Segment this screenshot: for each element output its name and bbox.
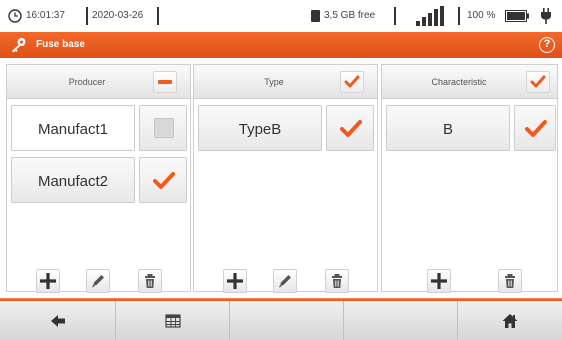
type-column-header: Type xyxy=(194,65,377,99)
page-title: Fuse base xyxy=(36,39,85,50)
delete-icon xyxy=(505,274,515,288)
help-button[interactable]: ? xyxy=(539,37,555,53)
edit-button[interactable] xyxy=(86,269,110,293)
checkmark-icon xyxy=(153,172,175,189)
back-arrow-icon xyxy=(50,315,65,327)
producer-item-manufact2[interactable]: Manufact2 xyxy=(11,157,135,203)
add-button[interactable] xyxy=(427,269,451,293)
characteristic-item-b[interactable]: B xyxy=(386,105,510,151)
type-column: Type TypeB xyxy=(193,64,378,293)
checkmark-icon xyxy=(344,75,360,88)
delete-button[interactable] xyxy=(138,269,162,293)
add-button[interactable] xyxy=(36,269,60,293)
producer-column: Producer Manufact1 Manufact2 xyxy=(6,64,191,293)
characteristic-select-all-checkbox[interactable] xyxy=(526,71,550,93)
producer-select-all-checkbox[interactable] xyxy=(153,71,177,93)
delete-icon xyxy=(332,274,342,288)
battery-icon xyxy=(505,10,529,22)
producer-checkbox-manufact1[interactable] xyxy=(139,105,187,151)
producer-checkbox-manufact2[interactable] xyxy=(139,157,187,203)
edit-button[interactable] xyxy=(273,269,297,293)
add-icon xyxy=(40,273,56,289)
add-icon xyxy=(431,273,447,289)
status-separator xyxy=(86,7,88,25)
status-time: 16:01:37 xyxy=(26,10,65,21)
back-button[interactable] xyxy=(0,301,116,340)
delete-button[interactable] xyxy=(325,269,349,293)
edit-icon xyxy=(92,275,104,288)
key-icon xyxy=(12,38,26,53)
title-bar: Fuse base ? xyxy=(0,32,562,58)
characteristic-checkbox-b[interactable] xyxy=(514,105,556,151)
status-bar: 16:01:37 2020-03-26 3,5 GB free 100 % xyxy=(0,0,562,32)
clock-icon xyxy=(8,9,22,23)
empty-footer-button[interactable] xyxy=(230,301,344,340)
producer-column-header: Producer xyxy=(7,65,190,99)
producer-item-manufact1[interactable]: Manufact1 xyxy=(11,105,135,151)
delete-icon xyxy=(145,274,155,288)
status-free-space: 3,5 GB free xyxy=(324,10,376,21)
home-button[interactable] xyxy=(458,301,562,340)
partial-selection-icon xyxy=(158,80,172,84)
type-checkbox-typeb[interactable] xyxy=(326,105,374,151)
empty-footer-button[interactable] xyxy=(344,301,458,340)
list-item-label: Manufact1 xyxy=(37,121,109,138)
checkmark-icon xyxy=(525,120,547,137)
characteristic-header-label: Characteristic xyxy=(431,77,487,87)
sd-card-icon xyxy=(311,10,320,22)
add-button[interactable] xyxy=(223,269,247,293)
type-item-typeb[interactable]: TypeB xyxy=(198,105,322,151)
unchecked-box-icon xyxy=(154,118,174,138)
delete-button[interactable] xyxy=(498,269,522,293)
checkmark-icon xyxy=(530,75,546,88)
table-icon xyxy=(164,314,181,328)
edit-icon xyxy=(279,275,291,288)
list-item-label: B xyxy=(442,121,453,138)
fuse-base-panel: Producer Manufact1 Manufact2 Type TypeB … xyxy=(0,58,562,296)
status-separator xyxy=(157,7,159,25)
checkmark-icon xyxy=(340,120,362,137)
status-date: 2020-03-26 xyxy=(92,10,144,21)
characteristic-column-header: Characteristic xyxy=(382,65,557,99)
home-icon xyxy=(502,314,518,328)
producer-header-label: Producer xyxy=(68,77,106,87)
plug-icon xyxy=(541,8,551,24)
status-separator xyxy=(394,7,396,25)
characteristic-column: Characteristic B xyxy=(381,64,558,293)
list-item-label: TypeB xyxy=(238,121,282,138)
status-separator xyxy=(458,7,460,25)
signal-strength-icon xyxy=(416,6,444,26)
footer-toolbar xyxy=(0,301,562,340)
table-view-button[interactable] xyxy=(116,301,230,340)
add-icon xyxy=(227,273,243,289)
type-select-all-checkbox[interactable] xyxy=(340,71,364,93)
type-header-label: Type xyxy=(264,77,284,87)
status-battery: 100 % xyxy=(467,10,496,21)
list-item-label: Manufact2 xyxy=(37,173,109,190)
